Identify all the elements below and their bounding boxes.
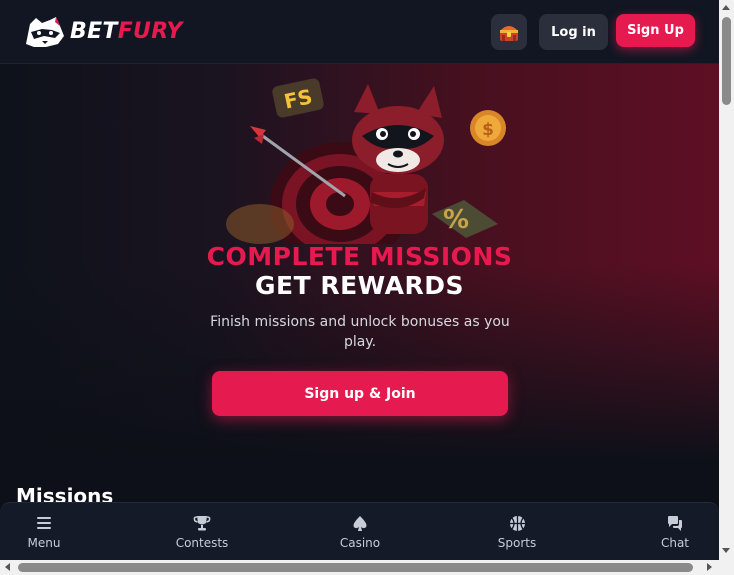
nav-label-menu: Menu [27, 536, 61, 550]
login-button[interactable]: Log in [539, 14, 608, 50]
coin-symbol: $ [482, 120, 494, 140]
percent-symbol: % [443, 205, 469, 235]
nav-item-contests[interactable]: Contests [162, 513, 242, 550]
signup-join-button[interactable]: Sign up & Join [212, 371, 508, 416]
treasure-chest-button[interactable] [491, 14, 527, 50]
trophy-icon [193, 516, 211, 531]
logo-wordmark: BETFURY [70, 19, 183, 44]
nav-item-menu[interactable]: Menu [4, 513, 84, 550]
logo-bet: BET [70, 18, 118, 44]
signup-button[interactable]: Sign Up [616, 14, 695, 47]
nav-label-contests: Contests [175, 536, 229, 550]
vertical-scrollbar[interactable] [719, 0, 734, 560]
scroll-left-arrow-icon[interactable] [5, 563, 10, 571]
blurred-coin-icon [226, 204, 294, 244]
logo-fury: FURY [117, 18, 183, 44]
coin-icon: $ [470, 110, 506, 146]
nav-label-sports: Sports [497, 536, 537, 550]
spade-icon [353, 515, 367, 531]
chat-icon [668, 515, 682, 531]
raccoon-mascot-illustration: FS $ % [226, 78, 506, 244]
basketball-icon [509, 515, 525, 531]
scroll-right-arrow-icon[interactable] [707, 563, 712, 571]
page-viewport: BETFURY Log in Sign Up FS $ % COMPLETE M… [0, 0, 719, 560]
bottom-navigation: Menu Contests Casino Sports Chat [0, 502, 719, 560]
missions-hero: FS $ % COMPLETE MISSIONS GET REWARDS Fin… [0, 64, 719, 484]
nav-item-casino[interactable]: Casino [320, 513, 400, 550]
horizontal-scroll-thumb[interactable] [18, 563, 693, 572]
top-header: BETFURY Log in Sign Up [0, 0, 719, 64]
treasure-chest-icon [500, 26, 518, 41]
scroll-up-arrow-icon[interactable] [722, 5, 730, 10]
hero-title-line1: COMPLETE MISSIONS [206, 242, 513, 271]
free-spins-badge: FS [272, 78, 324, 118]
nav-item-sports[interactable]: Sports [477, 513, 557, 550]
betfury-logo[interactable]: BETFURY [22, 14, 183, 48]
hero-subtitle: Finish missions and unlock bonuses as yo… [210, 314, 510, 350]
nav-item-chat[interactable]: Chat [635, 513, 715, 550]
percent-tile-icon: % [432, 200, 498, 238]
hero-title-line2: GET REWARDS [255, 271, 464, 300]
vertical-scroll-thumb[interactable] [722, 17, 731, 105]
scroll-down-arrow-icon[interactable] [722, 548, 730, 553]
nav-label-casino: Casino [339, 536, 381, 550]
raccoon-logo-icon [26, 17, 64, 47]
nav-label-chat: Chat [660, 536, 690, 550]
menu-icon [37, 517, 51, 529]
horizontal-scrollbar[interactable] [0, 560, 719, 575]
